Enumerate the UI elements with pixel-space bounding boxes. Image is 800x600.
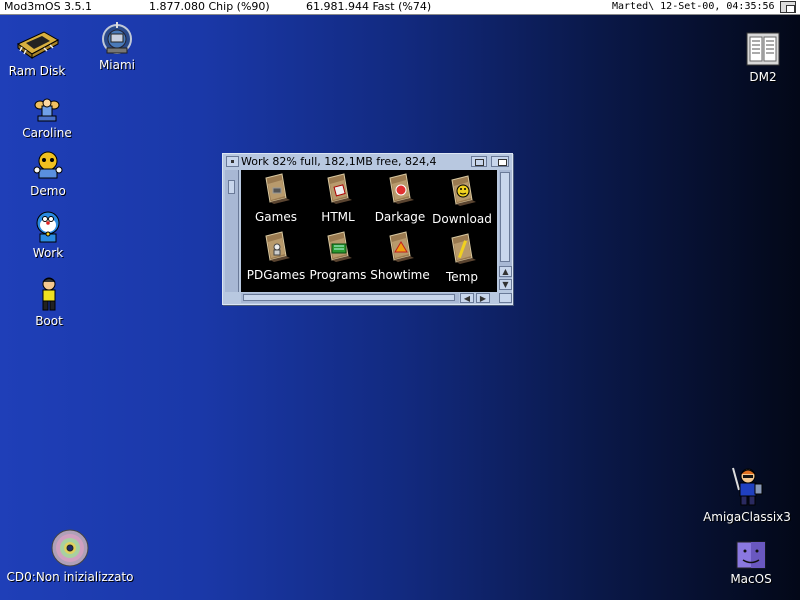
folder-darkage-icon: [389, 173, 414, 204]
document-icon: [746, 32, 780, 66]
dm2-icon[interactable]: DM2: [740, 30, 786, 84]
character-icon: [42, 277, 56, 311]
scroll-left-arrow[interactable]: ◀: [460, 293, 474, 303]
drawer-showtime[interactable]: Showtime: [369, 230, 431, 282]
scroll-right-arrow[interactable]: ▶: [476, 293, 490, 303]
ram-disk-label: Ram Disk: [8, 64, 66, 78]
drawer-label: Games: [255, 210, 297, 224]
cd-disc-icon: [51, 529, 89, 567]
scroll-up-arrow[interactable]: ▲: [499, 266, 512, 277]
globe-satellite-icon: [102, 22, 132, 54]
horizontal-scroll-thumb[interactable]: [243, 294, 455, 301]
close-gadget[interactable]: [226, 156, 239, 167]
vertical-scrollbar[interactable]: [499, 170, 512, 278]
demo-label: Demo: [30, 184, 66, 198]
date-time: Marted\ 12-Set-00, 04:35:56: [612, 1, 775, 12]
drawer-programs[interactable]: Programs: [307, 230, 369, 282]
macos-label: MacOS: [730, 572, 772, 586]
cd0-label: CD0:Non inizializzato: [6, 570, 134, 584]
folder-temp-icon: [451, 233, 476, 264]
drawer-games[interactable]: Games: [245, 172, 307, 224]
drawer-html[interactable]: HTML: [307, 172, 369, 224]
mac-finder-icon: [736, 541, 766, 569]
drawer-label: Temp: [446, 270, 478, 284]
work-icon[interactable]: Work: [26, 210, 70, 260]
folder-pdgames-icon: [265, 231, 290, 262]
drawer-label: Showtime: [370, 268, 430, 282]
size-gadget[interactable]: [499, 293, 512, 303]
doraemon-icon: [36, 211, 60, 243]
screen-depth-gadget[interactable]: [780, 1, 796, 13]
swordsman-icon: [732, 467, 763, 506]
drawer-label: Download: [432, 212, 492, 226]
chip-memory: 1.877.080 Chip (%90): [149, 0, 270, 13]
miami-label: Miami: [98, 58, 136, 72]
boot-icon[interactable]: Boot: [30, 276, 68, 328]
memory-chip-icon: [17, 31, 60, 59]
boot-label: Boot: [35, 314, 63, 328]
cd0-icon[interactable]: CD0:Non inizializzato: [6, 528, 134, 584]
drawer-label: Darkage: [374, 210, 426, 224]
folder-games-icon: [265, 173, 290, 204]
dm2-label: DM2: [749, 70, 777, 84]
left-border: [225, 170, 239, 292]
work-label: Work: [32, 246, 64, 260]
demo-icon[interactable]: Demo: [24, 150, 72, 198]
miami-icon[interactable]: Miami: [94, 20, 140, 72]
caroline-label: Caroline: [22, 126, 72, 140]
window-title[interactable]: Work 82% full, 182,1MB free, 824,4: [241, 155, 487, 168]
macos-icon[interactable]: MacOS: [726, 540, 776, 586]
zoom-gadget[interactable]: [471, 156, 487, 167]
drawer-label: HTML: [321, 210, 355, 224]
folder-programs-icon: [327, 231, 352, 262]
depth-gadget[interactable]: [491, 156, 509, 167]
drawer-darkage[interactable]: Darkage: [369, 172, 431, 224]
amigaclassix-icon[interactable]: AmigaClassix3: [702, 466, 792, 524]
drawer-label: PDGames: [246, 268, 306, 282]
scroll-down-arrow[interactable]: ▼: [499, 279, 512, 290]
drawer-download[interactable]: Download: [431, 174, 493, 226]
os-name: Mod3mOS 3.5.1: [4, 0, 93, 13]
work-drawer-window[interactable]: Work 82% full, 182,1MB free, 824,4 Games…: [222, 153, 513, 305]
folder-html-icon: [327, 173, 352, 204]
fast-memory: 61.981.944 Fast (%74): [306, 0, 432, 13]
screen-title-bar: Mod3mOS 3.5.1 1.877.080 Chip (%90) 61.98…: [0, 0, 800, 15]
drawer-contents: Games HTML Darkage Download PDGames Prog…: [241, 170, 497, 292]
character-icon: [34, 98, 60, 122]
caroline-icon[interactable]: Caroline: [16, 96, 78, 140]
drawer-pdgames[interactable]: PDGames: [245, 230, 307, 282]
amigaclassix-label: AmigaClassix3: [703, 510, 791, 524]
vertical-scroll-thumb[interactable]: [500, 172, 510, 262]
folder-showtime-icon: [389, 231, 414, 262]
left-knob[interactable]: [228, 180, 235, 194]
character-icon: [33, 151, 63, 179]
drawer-temp[interactable]: Temp: [431, 232, 493, 284]
ram-disk-icon[interactable]: Ram Disk: [8, 28, 66, 78]
horizontal-scrollbar[interactable]: [241, 293, 459, 303]
folder-download-icon: [451, 175, 476, 206]
drawer-label: Programs: [309, 268, 367, 282]
